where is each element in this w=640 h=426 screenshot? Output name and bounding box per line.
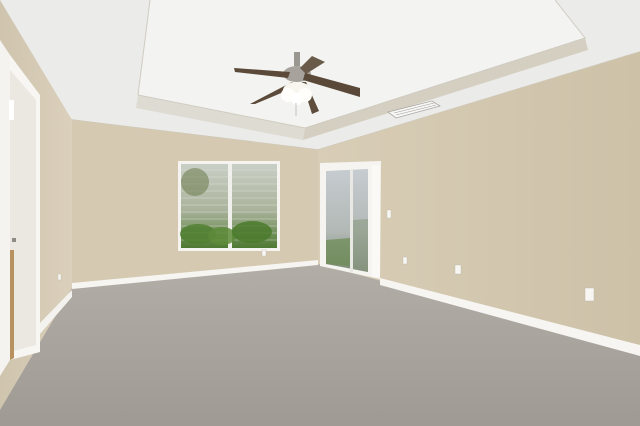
open-doorway xyxy=(0,40,40,376)
empty-room-photo xyxy=(0,0,640,426)
window xyxy=(178,161,280,251)
light-switch xyxy=(386,209,392,219)
sliding-glass-door xyxy=(320,161,381,279)
